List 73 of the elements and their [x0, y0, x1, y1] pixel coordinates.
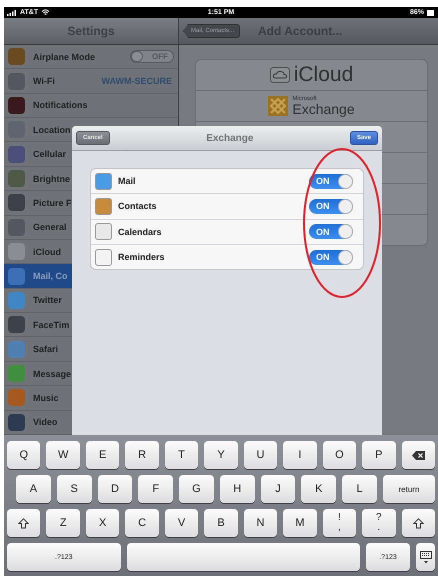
- service-label: Reminders: [118, 252, 165, 262]
- dialog-title: Exchange: [206, 132, 254, 144]
- keyboard-key[interactable]: A: [16, 475, 51, 503]
- wifi-icon: [41, 9, 50, 16]
- keyboard-key[interactable]: ! ,: [322, 509, 356, 537]
- service-toggle[interactable]: ON: [309, 198, 353, 214]
- keyboard-key[interactable]: U: [244, 441, 278, 469]
- app-icon: [8, 243, 25, 260]
- keyboard-key[interactable]: [7, 509, 40, 537]
- exchange-logo-text[interactable]: Exchange: [292, 102, 355, 116]
- keyboard-key[interactable]: F: [138, 475, 174, 503]
- keyboard-key[interactable]: P: [362, 441, 396, 469]
- keyboard-key[interactable]: G: [179, 475, 214, 503]
- keyboard-key[interactable]: S: [56, 475, 92, 503]
- service-toggle[interactable]: ON: [309, 174, 353, 189]
- shift-icon: [412, 518, 424, 528]
- keyboard-key[interactable]: K: [301, 475, 336, 503]
- service-toggle[interactable]: ON: [309, 250, 353, 265]
- keyboard-key[interactable]: H: [220, 475, 255, 503]
- app-icon: [8, 96, 25, 114]
- backspace-icon: [412, 450, 425, 460]
- app-icon: [8, 365, 25, 382]
- keyboard-key[interactable]: [402, 441, 435, 469]
- app-icon: [8, 48, 25, 66]
- shift-icon: [18, 518, 30, 528]
- service-label: Calendars: [118, 226, 162, 237]
- keyboard-key[interactable]: E: [86, 441, 120, 469]
- keyboard-key[interactable]: L: [342, 475, 377, 503]
- app-icon: [8, 146, 25, 163]
- app-icon: [95, 248, 112, 266]
- app-icon: [8, 292, 25, 309]
- app-icon: [95, 223, 112, 240]
- keyboard-key[interactable]: Q: [7, 441, 40, 469]
- keyboard-key[interactable]: ? .: [362, 509, 396, 537]
- keyboard-key[interactable]: J: [260, 475, 296, 503]
- keyboard-key[interactable]: M: [283, 509, 317, 537]
- cloud-icon: [270, 67, 290, 83]
- app-icon: [8, 194, 25, 212]
- icloud-logo-text[interactable]: iCloud: [294, 63, 354, 87]
- app-icon: [95, 198, 112, 215]
- app-icon: [8, 414, 25, 431]
- app-icon: [8, 218, 25, 236]
- app-icon: [8, 316, 25, 334]
- app-icon: [8, 268, 25, 285]
- app-icon: [8, 389, 25, 406]
- signal-icon: [7, 10, 17, 16]
- app-icon: [8, 72, 25, 90]
- app-icon: [8, 340, 25, 358]
- keyboard-key[interactable]: V: [164, 509, 198, 537]
- battery-icon: [427, 10, 435, 16]
- keyboard-key[interactable]: D: [98, 475, 132, 503]
- keyboard-key[interactable]: O: [322, 441, 356, 469]
- keyboard-key[interactable]: [416, 543, 435, 571]
- keyboard-key[interactable]: Z: [46, 509, 80, 537]
- keyboard-key[interactable]: R: [125, 441, 159, 469]
- app-icon: [95, 172, 112, 190]
- keyboard-key[interactable]: Y: [204, 441, 238, 469]
- keyboard-key[interactable]: I: [283, 441, 317, 469]
- wifi-network-name: WAWM-SECURE: [102, 76, 173, 86]
- keyboard-key[interactable]: T: [164, 441, 198, 469]
- keyboard-key[interactable]: [402, 509, 435, 537]
- keyboard-key[interactable]: X: [86, 509, 120, 537]
- keyboard-key[interactable]: B: [204, 509, 238, 537]
- service-label: Mail: [118, 176, 136, 186]
- app-icon: [8, 170, 25, 188]
- keyboard-key[interactable]: return: [382, 475, 436, 503]
- exchange-logo-icon: [268, 96, 288, 116]
- keyboard-key[interactable]: C: [125, 509, 159, 537]
- keyboard-key[interactable]: W: [46, 441, 80, 469]
- keyboard-hide-icon: [420, 550, 432, 564]
- service-toggle[interactable]: ON: [309, 224, 353, 240]
- keyboard-key[interactable]: N: [244, 509, 278, 537]
- service-label: Contacts: [118, 201, 157, 212]
